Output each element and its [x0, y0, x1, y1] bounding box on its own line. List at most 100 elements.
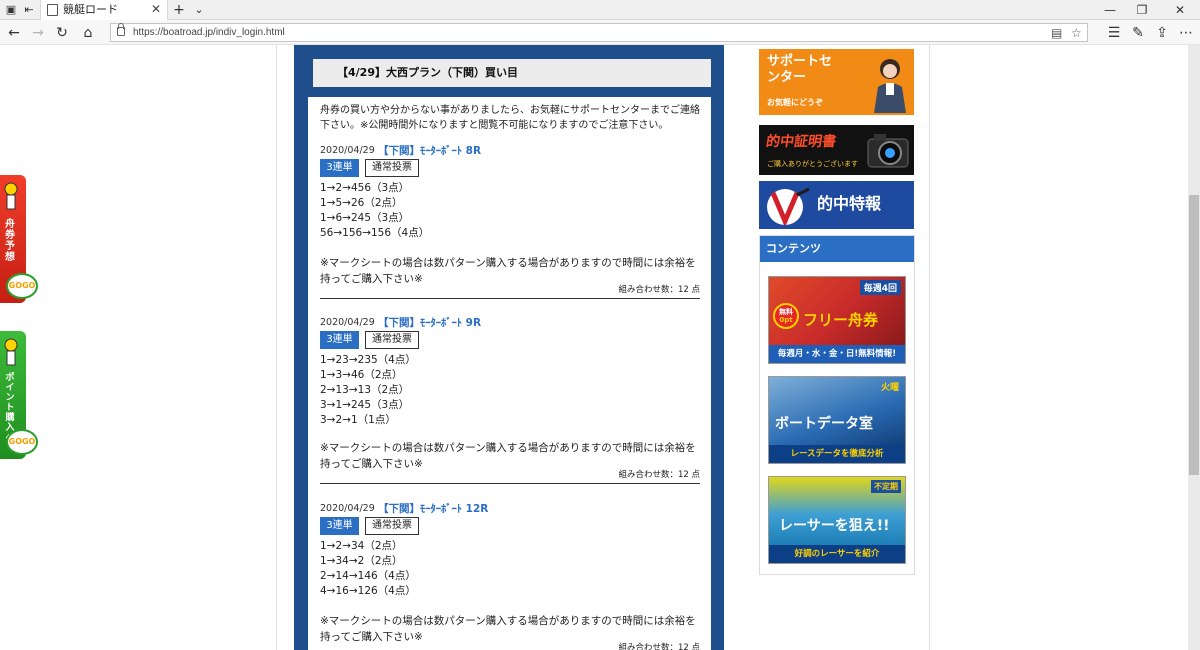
ticket-forecast-label: 舟券予想: [5, 219, 15, 263]
combo-item: 3→2→1（1点）: [320, 414, 396, 426]
combo-item: 1→2→34（2点）: [320, 540, 403, 552]
point-purchase-tab[interactable]: ポイント購入へ GOGO: [0, 331, 38, 471]
racer-icon: [4, 338, 18, 366]
camera-icon: [867, 134, 909, 168]
free-banner-title: フリー舟券: [803, 311, 879, 329]
combo-item: 1→34→2（2点）: [320, 555, 403, 567]
gogo-badge-text: GOGO: [8, 281, 36, 290]
combo-item: 4→16→126（4点）: [320, 585, 416, 597]
share-icon[interactable]: ⇪: [1152, 23, 1172, 43]
back-icon[interactable]: ←: [4, 23, 24, 43]
combo-item: 1→2→456（3点）: [320, 182, 410, 194]
bet-type-badge: 3連単: [320, 331, 359, 349]
racer-icon: [4, 182, 18, 210]
combination-total: 組み合わせ数：12 点: [618, 285, 700, 295]
race-divider: [320, 298, 700, 299]
support-subtitle: お気軽にどうぞ: [767, 98, 823, 107]
boat-banner-strip: レースデータを徹底分析: [769, 445, 905, 463]
tab-close-icon[interactable]: ✕: [151, 2, 161, 16]
race-name: 【下関】ﾓｰﾀｰﾎﾞｰﾄ 9R: [378, 317, 482, 329]
close-window-icon[interactable]: ✕: [1166, 1, 1194, 19]
intro-text: 舟券の買い方や分からない事がありましたら、お気軽にサポートセンターまでご連絡下さ…: [320, 105, 700, 131]
combo-item: 2→14→146（4点）: [320, 570, 416, 582]
free-ticket-banner[interactable]: 無料 0pt 毎週4回 フリー舟券 毎週月・水・金・日!無料情報!: [768, 276, 906, 364]
tab-list-chevron-icon[interactable]: ⌄: [192, 3, 206, 17]
laser-banner-title: レーサーを狙え!!: [779, 518, 890, 534]
refresh-icon[interactable]: ↻: [52, 23, 72, 43]
win-certificate-banner[interactable]: 的中証明書 ご購入ありがとうございます: [759, 125, 914, 175]
hit-emblem-icon: [767, 187, 810, 225]
favorite-star-icon[interactable]: ☆: [1071, 25, 1082, 41]
bet-mode-badge: 通常投票: [365, 331, 419, 349]
boat-data-banner[interactable]: 火曜 ボートデータ室 レースデータを徹底分析: [768, 376, 906, 464]
gogo-badge: GOGO: [6, 273, 38, 299]
race-date: 2020/04/29: [320, 145, 375, 156]
marksheet-note: ※マークシートの場合は数パターン購入する場合がありますので時間には余裕を持ってご…: [320, 442, 696, 470]
boat-banner-title: ボートデータ室: [775, 416, 873, 432]
hit-news-banner[interactable]: 的中特報: [759, 181, 914, 229]
url-text: https://boatroad.jp/indiv_login.html: [133, 27, 285, 38]
plan-title: 【4/29】大西プラン（下関）買い目: [337, 66, 518, 79]
bet-type-badge: 3連単: [320, 517, 359, 535]
new-tab-icon[interactable]: +: [172, 3, 186, 17]
combo-item: 56→156→156（4点）: [320, 227, 430, 239]
reading-view-icon[interactable]: ▤: [1051, 25, 1062, 41]
combo-item: 2→13→13（2点）: [320, 384, 410, 396]
support-title: サポートセンター: [767, 54, 833, 85]
bet-mode-badge: 通常投票: [365, 159, 419, 177]
boat-corner-label: 火曜: [880, 383, 899, 393]
combo-list: 1→23→235（4点） 1→3→46（2点） 2→13→13（2点） 3→1→…: [320, 353, 700, 428]
combo-item: 1→23→235（4点）: [320, 354, 416, 366]
combination-total: 組み合わせ数：12 点: [618, 643, 700, 650]
forward-icon[interactable]: →: [28, 23, 48, 43]
contents-heading: コンテンツ: [760, 236, 914, 262]
tab-actions-icon[interactable]: ▣: [4, 3, 18, 17]
support-center-banner[interactable]: サポートセンター お気軽にどうぞ: [759, 49, 914, 115]
race-name: 【下関】ﾓｰﾀｰﾎﾞｰﾄ 12R: [378, 503, 489, 515]
race-date: 2020/04/29: [320, 317, 375, 328]
maximize-icon[interactable]: ❐: [1128, 1, 1156, 19]
favorites-hub-icon[interactable]: ☰: [1104, 23, 1124, 43]
contents-panel: コンテンツ 無料 0pt 毎週4回 フリー舟券 毎週月・水・金・日!無料情報! …: [759, 235, 915, 575]
combo-list: 1→2→456（3点） 1→5→26（2点） 1→6→245（3点） 56→15…: [320, 181, 700, 241]
plan-title-box: 【4/29】大西プラン（下関）買い目: [308, 59, 711, 87]
operator-illustration: [874, 59, 906, 113]
plan-content: 舟券の買い方や分からない事がありましたら、お気軽にサポートセンターまでご連絡下さ…: [308, 97, 711, 650]
combo-list: 1→2→34（2点） 1→34→2（2点） 2→14→146（4点） 4→16→…: [320, 539, 700, 599]
minimize-icon[interactable]: —: [1096, 1, 1124, 19]
combination-total: 組み合わせ数：12 点: [618, 470, 700, 480]
laser-banner-strip: 好調のレーサーを紹介: [769, 545, 905, 563]
web-page: 【4/29】大西プラン（下関）買い目 舟券の買い方や分からない事がありましたら、…: [0, 45, 1200, 650]
set-aside-tabs-icon[interactable]: ⇤: [22, 3, 36, 17]
tab-title: 競艇ロード: [63, 3, 118, 16]
gogo-badge-text: GOGO: [8, 437, 36, 446]
hit-title: 的中特報: [817, 194, 882, 213]
lock-icon: [117, 23, 125, 36]
free-badge-bottom: 0pt: [779, 316, 793, 324]
combo-item: 3→1→245（3点）: [320, 399, 410, 411]
marksheet-note: ※マークシートの場合は数パターン購入する場合がありますので時間には余裕を持ってご…: [320, 257, 696, 285]
combo-item: 1→5→26（2点）: [320, 197, 403, 209]
page-scrollbar[interactable]: [1188, 45, 1200, 650]
address-bar[interactable]: https://boatroad.jp/indiv_login.html ▤ ☆: [110, 23, 1088, 42]
free-badge-top: 無料: [779, 308, 793, 316]
race-divider: [320, 483, 700, 484]
race-date: 2020/04/29: [320, 503, 375, 514]
scrollbar-thumb[interactable]: [1189, 195, 1199, 475]
main-panel: 【4/29】大西プラン（下関）買い目 舟券の買い方や分からない事がありましたら、…: [294, 45, 724, 650]
free-corner-label: 毎週4回: [859, 280, 901, 295]
racer-target-banner[interactable]: 不定期 レーサーを狙え!! 好調のレーサーを紹介: [768, 476, 906, 564]
browser-navbar: ← → ↻ ⌂ https://boatroad.jp/indiv_login.…: [0, 20, 1200, 45]
combo-item: 1→6→245（3点）: [320, 212, 410, 224]
proof-title: 的中証明書: [764, 134, 838, 150]
home-icon[interactable]: ⌂: [78, 23, 98, 43]
ticket-forecast-tab[interactable]: 舟券予想 GOGO: [0, 175, 38, 315]
page-favicon-icon: [47, 4, 58, 16]
browser-tab-active[interactable]: 競艇ロード ✕: [40, 0, 168, 20]
combo-item: 1→3→46（2点）: [320, 369, 403, 381]
bet-mode-badge: 通常投票: [365, 517, 419, 535]
pen-icon[interactable]: ✎: [1128, 23, 1148, 43]
laser-corner-label: 不定期: [871, 480, 901, 493]
more-menu-icon[interactable]: ⋯: [1176, 23, 1196, 43]
free-badge: 無料 0pt: [773, 303, 799, 329]
